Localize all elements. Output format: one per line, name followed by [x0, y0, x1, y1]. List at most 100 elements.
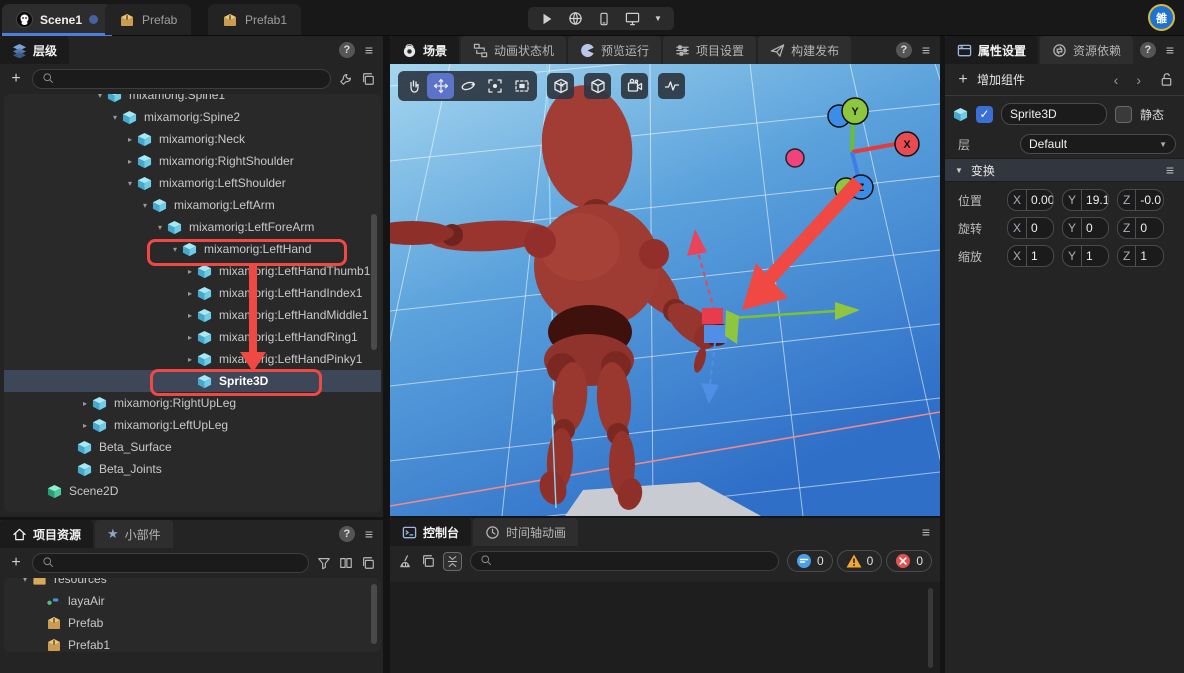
add-asset-button[interactable]: +: [8, 554, 24, 572]
caret-down-icon[interactable]: ▼: [654, 14, 662, 23]
transform-section-header[interactable]: ▼ 变换 ≡: [945, 158, 1184, 182]
error-badge[interactable]: 0: [886, 550, 932, 572]
tree-item-mixamorig-lefthandthumb1[interactable]: ▸mixamorig:LeftHandThumb1: [4, 260, 381, 282]
expand-arrow[interactable]: ▸: [78, 399, 92, 408]
copy-log-icon[interactable]: [421, 554, 435, 568]
tree-item-beta-joints[interactable]: Beta_Joints: [4, 458, 381, 480]
clear-console-icon[interactable]: [398, 554, 413, 569]
field-z[interactable]: Z1: [1117, 245, 1164, 267]
inspector-tab[interactable]: 属性设置: [945, 36, 1038, 64]
filter-icon[interactable]: [317, 556, 331, 570]
info-badge[interactable]: 0: [787, 550, 833, 572]
tree-item-mixamorig-leftshoulder[interactable]: ▾mixamorig:LeftShoulder: [4, 172, 381, 194]
field-y[interactable]: Y1: [1062, 245, 1109, 267]
expand-arrow[interactable]: ▾: [153, 223, 167, 232]
tree-item-mixamorig-leftupleg[interactable]: ▸mixamorig:LeftUpLeg: [4, 414, 381, 436]
assets-tab[interactable]: ★小部件: [95, 520, 173, 548]
console-search-input[interactable]: [470, 551, 779, 571]
collapse-log-icon[interactable]: [443, 552, 462, 571]
doc-tab-scene1[interactable]: Scene1: [2, 4, 112, 35]
tree-item-sprite3d[interactable]: Sprite3D: [4, 370, 381, 392]
doc-tab-prefab[interactable]: Prefab: [105, 4, 191, 35]
tree-item-resources[interactable]: ▾resources: [4, 578, 381, 590]
tree-item-mixamorig-lefthandpinky1[interactable]: ▸mixamorig:LeftHandPinky1: [4, 348, 381, 370]
tree-item-mixamorig-leftarm[interactable]: ▾mixamorig:LeftArm: [4, 194, 381, 216]
doc-tab-prefab1[interactable]: Prefab1: [208, 4, 301, 35]
expand-arrow[interactable]: ▸: [183, 333, 197, 342]
assets-search-input[interactable]: [32, 553, 309, 573]
tool-frame[interactable]: [481, 73, 508, 99]
tool-camera-preview[interactable]: [621, 73, 648, 99]
tree-item-prefab[interactable]: Prefab: [4, 612, 381, 634]
scene-tab[interactable]: 预览运行: [568, 36, 661, 64]
warning-badge[interactable]: 0: [837, 550, 883, 572]
scene-tab[interactable]: 场景: [390, 36, 459, 64]
menu-icon[interactable]: ≡: [1166, 42, 1174, 58]
scene-tab[interactable]: 构建发布: [758, 36, 851, 64]
help-icon[interactable]: ?: [339, 526, 355, 542]
tree-item-mixamorig-lefthandmiddle1[interactable]: ▸mixamorig:LeftHandMiddle1: [4, 304, 381, 326]
help-icon[interactable]: ?: [1140, 42, 1156, 58]
menu-icon[interactable]: ≡: [365, 526, 373, 542]
columns-icon[interactable]: [339, 556, 353, 570]
web-icon[interactable]: [568, 11, 583, 26]
assets-scrollbar[interactable]: [371, 584, 377, 644]
tree-item-mixamorig-spine2[interactable]: ▾mixamorig:Spine2: [4, 106, 381, 128]
expand-arrow[interactable]: ▸: [183, 311, 197, 320]
tree-item-beta-surface[interactable]: Beta_Surface: [4, 436, 381, 458]
expand-arrow[interactable]: ▸: [123, 157, 137, 166]
hierarchy-scrollbar[interactable]: [371, 214, 377, 350]
menu-icon[interactable]: ≡: [922, 524, 930, 540]
scene-tab[interactable]: 动画状态机: [461, 36, 566, 64]
duplicate-icon[interactable]: [361, 72, 375, 86]
hierarchy-search-input[interactable]: [32, 69, 331, 89]
lock-icon[interactable]: [1159, 72, 1174, 87]
tool-pan[interactable]: [400, 73, 427, 99]
expand-arrow[interactable]: ▸: [78, 421, 92, 430]
desktop-icon[interactable]: [625, 11, 640, 26]
layer-select[interactable]: Default ▼: [1020, 134, 1176, 154]
assets-tab[interactable]: 项目资源: [0, 520, 93, 548]
avatar[interactable]: 雒: [1148, 4, 1175, 31]
tool-move[interactable]: [427, 73, 454, 99]
field-y[interactable]: Y0: [1062, 217, 1109, 239]
axis-ball-pink[interactable]: [786, 149, 804, 167]
field-x[interactable]: X1: [1007, 245, 1054, 267]
tab-hierarchy[interactable]: 层级: [0, 36, 69, 64]
tree-item-mixamorig-rightupleg[interactable]: ▸mixamorig:RightUpLeg: [4, 392, 381, 414]
tree-item-prefab1[interactable]: Prefab1: [4, 634, 381, 652]
expand-arrow[interactable]: ▾: [168, 245, 182, 254]
static-checkbox[interactable]: [1115, 106, 1132, 123]
tree-item-mixamorig-rightshoulder[interactable]: ▸mixamorig:RightShoulder: [4, 150, 381, 172]
wrench-icon[interactable]: [339, 72, 353, 86]
tool-shading[interactable]: [584, 73, 611, 99]
expand-arrow[interactable]: ▸: [183, 355, 197, 364]
field-x[interactable]: X0.00: [1007, 189, 1054, 211]
help-icon[interactable]: ?: [339, 42, 355, 58]
field-z[interactable]: Z-0.0: [1117, 189, 1164, 211]
add-node-button[interactable]: +: [8, 70, 24, 88]
expand-arrow[interactable]: ▸: [123, 135, 137, 144]
expand-arrow[interactable]: ▾: [93, 94, 107, 100]
nav-forward-icon[interactable]: ›: [1136, 72, 1141, 88]
field-y[interactable]: Y19.1: [1062, 189, 1109, 211]
expand-arrow[interactable]: ▸: [183, 267, 197, 276]
transform-menu-icon[interactable]: ≡: [1166, 162, 1174, 178]
tool-rect[interactable]: [508, 73, 535, 99]
expand-arrow[interactable]: ▾: [138, 201, 152, 210]
tree-item-mixamorig-lefthandring1[interactable]: ▸mixamorig:LeftHandRing1: [4, 326, 381, 348]
add-component-button[interactable]: 增加组件: [977, 71, 1025, 88]
tool-stats[interactable]: [658, 73, 685, 99]
duplicate-icon[interactable]: [361, 556, 375, 570]
console-tab[interactable]: 控制台: [390, 518, 471, 546]
expand-arrow[interactable]: ▾: [108, 113, 122, 122]
menu-icon[interactable]: ≡: [365, 42, 373, 58]
tool-rotate[interactable]: [454, 73, 481, 99]
console-tab[interactable]: 时间轴动画: [473, 518, 578, 546]
play-icon[interactable]: [540, 12, 554, 26]
tree-item-layaair[interactable]: layaAir: [4, 590, 381, 612]
object-enabled-checkbox[interactable]: ✓: [976, 106, 993, 123]
expand-arrow[interactable]: ▸: [183, 289, 197, 298]
nav-back-icon[interactable]: ‹: [1114, 72, 1119, 88]
expand-arrow[interactable]: ▾: [18, 578, 32, 584]
